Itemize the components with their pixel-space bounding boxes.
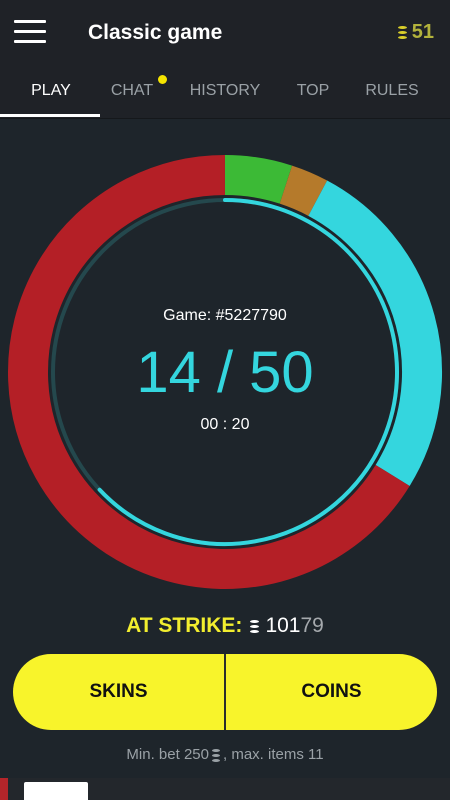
page-title: Classic game (88, 21, 223, 44)
active-tab-indicator (0, 114, 100, 117)
player-count: 14 / 50 (136, 340, 314, 405)
game-number: Game: #5227790 (163, 307, 287, 324)
item-thumbnail[interactable] (24, 782, 88, 800)
player-color-accent (0, 778, 8, 800)
bet-limits-suffix: , max. items 11 (222, 746, 324, 763)
bet-buttons: SKINS COINS (13, 654, 437, 730)
at-strike-value-tail: 79 (300, 614, 324, 637)
bet-limits-prefix: Min. bet 250 (126, 746, 209, 763)
chat-notification-dot (158, 75, 167, 84)
coin-stack-icon (250, 619, 260, 634)
coin-stack-icon (397, 25, 407, 40)
round-timer: 00 : 20 (200, 416, 250, 433)
tab-chat[interactable]: CHAT (102, 66, 162, 118)
tab-rules[interactable]: RULES (356, 66, 428, 118)
app-bar: Classic game 51 (0, 0, 450, 66)
skins-button[interactable]: SKINS (13, 654, 224, 730)
tab-top[interactable]: TOP (284, 66, 342, 118)
balance-value: 51 (411, 21, 434, 43)
coins-button[interactable]: COINS (226, 654, 437, 730)
ring-segment-1 (224, 155, 293, 204)
recent-bets-strip (0, 778, 450, 800)
hamburger-menu-icon[interactable] (14, 20, 46, 44)
at-strike-label: AT STRIKE: (126, 614, 243, 637)
bet-limits: Min. bet 250 , max. items 11 (0, 746, 450, 763)
coin-stack-icon (211, 748, 220, 763)
tab-play[interactable]: PLAY (0, 66, 102, 118)
ring-segment-2 (279, 165, 328, 217)
balance: 51 (397, 20, 434, 44)
at-strike: AT STRIKE: 10179 (0, 613, 450, 639)
at-strike-value-main: 101 (265, 614, 301, 637)
tab-history[interactable]: HISTORY (180, 66, 270, 118)
tab-bar: PLAY CHAT HISTORY TOP RULES (0, 66, 450, 119)
